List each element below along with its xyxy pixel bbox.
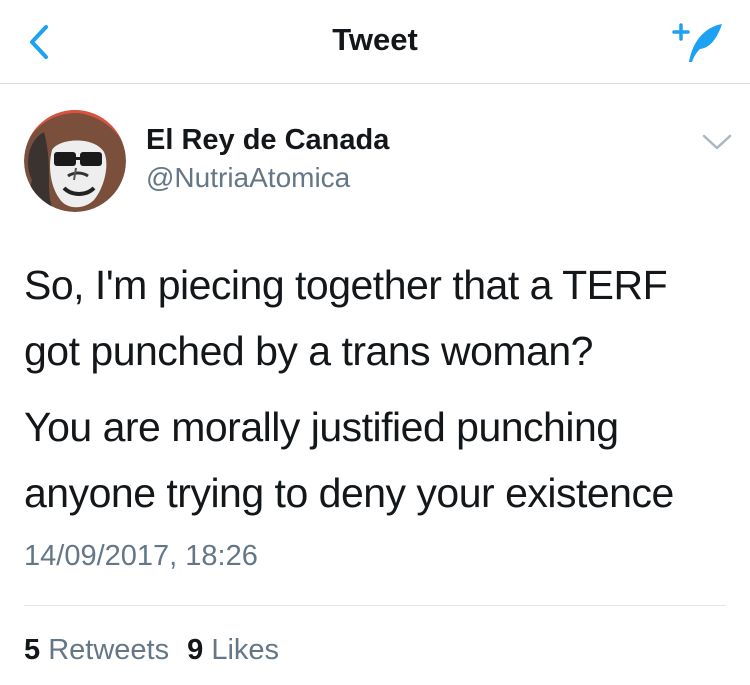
retweet-count: 5 xyxy=(24,634,41,666)
tweet-stats: 5 Retweets 9 Likes xyxy=(24,634,289,667)
likes-stat[interactable]: 9 Likes xyxy=(187,634,279,666)
avatar[interactable] xyxy=(24,110,126,212)
compose-tweet-button[interactable] xyxy=(670,18,726,66)
author-handle[interactable]: @NutriaAtomica xyxy=(146,162,350,194)
avatar-image xyxy=(24,110,126,212)
retweets-stat[interactable]: 5 Retweets xyxy=(24,634,169,666)
tweet-paragraph: So, I'm piecing together that a TERF got… xyxy=(24,262,668,374)
like-label: Likes xyxy=(211,634,280,666)
tweet-timestamp: 14/09/2017, 18:26 xyxy=(24,540,258,572)
retweet-label: Retweets xyxy=(48,634,170,666)
page-title: Tweet xyxy=(332,22,418,57)
tweet-paragraph: You are morally justified punching anyon… xyxy=(24,404,674,516)
like-count: 9 xyxy=(187,634,204,666)
navigation-bar: Tweet xyxy=(0,0,750,84)
author-display-name[interactable]: El Rey de Canada xyxy=(146,124,389,157)
divider xyxy=(24,605,726,606)
tweet-options-button[interactable] xyxy=(700,128,734,156)
compose-feather-icon xyxy=(672,23,722,62)
chevron-down-icon xyxy=(702,134,732,150)
tweet-text: So, I'm piecing together that a TERF got… xyxy=(24,252,724,526)
